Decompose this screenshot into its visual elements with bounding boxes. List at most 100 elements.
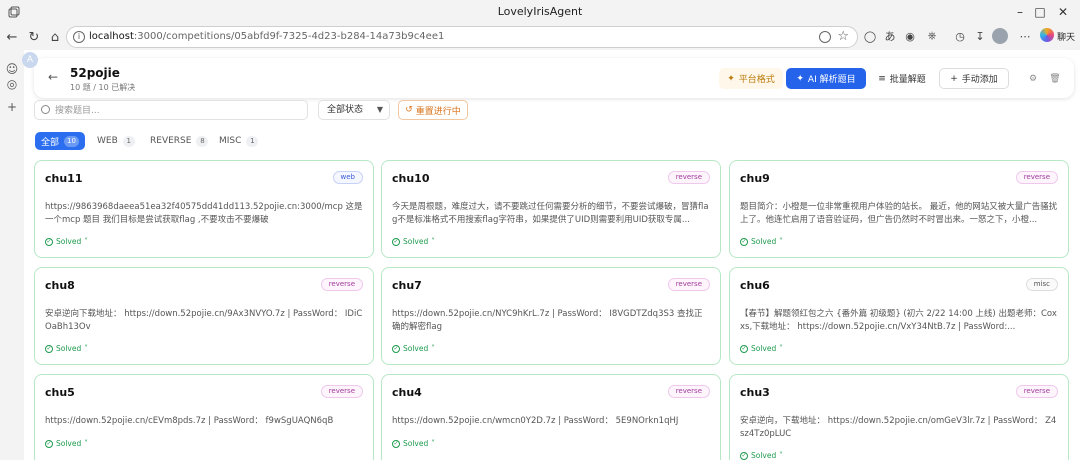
challenge-card[interactable]: chu10 reverse 今天是周根题，难度过大，请不要跳过任何需要分析的细节… bbox=[381, 160, 721, 258]
challenge-card[interactable]: chu3 reverse 安卓逆向，下载地址： https://down.52p… bbox=[729, 374, 1069, 460]
extension-circle-icon[interactable]: ◯ bbox=[862, 28, 878, 44]
address-bar[interactable]: i localhost:3000/competitions/05abfd9f-7… bbox=[66, 26, 858, 48]
delete-trash-icon[interactable]: 🗑 bbox=[1046, 68, 1064, 89]
search-box[interactable] bbox=[34, 100, 308, 120]
challenge-description: https://down.52pojie.cn/wmcn0Y2D.7z | Pa… bbox=[392, 416, 679, 426]
check-circle-icon: ✓ bbox=[392, 439, 400, 448]
downloads-icon[interactable]: ↧ bbox=[972, 28, 988, 44]
favorite-star-icon[interactable]: ☆ bbox=[837, 29, 849, 44]
category-tag: misc bbox=[1025, 278, 1058, 291]
search-input[interactable] bbox=[55, 103, 295, 118]
profile-avatar[interactable] bbox=[992, 28, 1008, 44]
challenge-name: chu7 bbox=[392, 279, 422, 292]
solved-label: Solved bbox=[56, 344, 82, 353]
competition-header: ← 52pojie 10 题 / 10 已解决 ✦ 平台格式 ✦ AI 解析题目… bbox=[34, 58, 1074, 98]
sidebar-add-icon[interactable]: + bbox=[5, 100, 19, 114]
chevron-down-icon: ˅ bbox=[431, 344, 435, 353]
back-arrow-icon[interactable]: ← bbox=[48, 70, 58, 84]
challenge-description: 【春节】解题领红包之六 {番外篇 初级题} (初六 2/22 14:00 上线)… bbox=[740, 309, 1057, 332]
challenge-description: https://9863968daeea51ea32f40575dd41dd11… bbox=[45, 202, 363, 225]
puzzle-icon[interactable]: ⎈ bbox=[924, 28, 940, 44]
window-title: LovelyIrisAgent bbox=[497, 5, 583, 18]
reset-icon: ↺ bbox=[405, 105, 413, 115]
challenge-card[interactable]: chu7 reverse https://down.52pojie.cn/NYC… bbox=[381, 267, 721, 365]
solved-label: Solved bbox=[751, 237, 777, 246]
category-tag: reverse bbox=[320, 385, 363, 398]
chevron-down-icon: ˅ bbox=[779, 344, 783, 353]
tab-count: 1 bbox=[122, 135, 135, 147]
challenge-card[interactable]: chu8 reverse 安卓逆向下载地址： https://down.52po… bbox=[34, 267, 374, 365]
solved-status[interactable]: ✓ Solved ˅ bbox=[392, 439, 435, 448]
solved-status[interactable]: ✓ Solved ˅ bbox=[740, 237, 783, 246]
window-titlebar: LovelyIrisAgent – □ ✕ bbox=[0, 0, 1080, 24]
challenge-description: 安卓逆向，下载地址： https://down.52pojie.cn/omGeV… bbox=[740, 416, 1057, 439]
manual-add-button[interactable]: + 手动添加 bbox=[939, 68, 1009, 89]
category-tag: reverse bbox=[1015, 385, 1058, 398]
tab-reverse[interactable]: REVERSE 8 bbox=[144, 132, 214, 150]
sidebar-globe-icon[interactable]: ◎ bbox=[5, 77, 19, 91]
page-title: 52pojie bbox=[70, 66, 120, 80]
settings-gear-icon[interactable]: ⚙ bbox=[1024, 68, 1042, 89]
url-text[interactable]: localhost:3000/competitions/05abfd9f-732… bbox=[89, 31, 444, 42]
sparkle-icon: ✦ bbox=[727, 73, 735, 84]
challenge-name: chu5 bbox=[45, 386, 75, 399]
challenge-card[interactable]: chu9 reverse 题目简介：小橙是一位非常重视用户体验的站长。 最近，他… bbox=[729, 160, 1069, 258]
more-icon[interactable]: ⋯ bbox=[1017, 28, 1033, 44]
solved-status[interactable]: ✓ Solved ˅ bbox=[45, 439, 88, 448]
chevron-down-icon: ˅ bbox=[431, 237, 435, 246]
challenge-card[interactable]: chu5 reverse https://down.52pojie.cn/cEV… bbox=[34, 374, 374, 460]
check-circle-icon: ✓ bbox=[392, 237, 400, 246]
check-circle-icon: ✓ bbox=[45, 237, 53, 246]
platform-format-button[interactable]: ✦ 平台格式 bbox=[719, 68, 783, 89]
close-icon[interactable]: ✕ bbox=[1043, 2, 1080, 22]
solved-status[interactable]: ✓ Solved ˅ bbox=[392, 344, 435, 353]
batch-solve-label: 批量解题 bbox=[889, 75, 926, 85]
check-circle-icon: ✓ bbox=[45, 439, 53, 448]
site-info-icon[interactable]: i bbox=[73, 31, 85, 43]
challenge-card[interactable]: chu11 web https://9863968daeea51ea32f405… bbox=[34, 160, 374, 258]
challenge-name: chu4 bbox=[392, 386, 422, 399]
challenge-description: 今天是周根题，难度过大，请不要跳过任何需要分析的细节，不要尝试爆破，冒猜flag… bbox=[392, 202, 709, 225]
check-circle-icon: ✓ bbox=[45, 344, 53, 353]
home-icon[interactable]: ⌂ bbox=[45, 27, 65, 47]
tab-label: WEB bbox=[97, 136, 118, 146]
reset-running-button[interactable]: ↺ 重置进行中 bbox=[398, 100, 468, 120]
check-circle-icon: ✓ bbox=[740, 237, 748, 246]
category-tag: reverse bbox=[667, 385, 710, 398]
check-circle-icon: ✓ bbox=[740, 451, 748, 460]
tab-all[interactable]: 全部 10 bbox=[35, 132, 85, 150]
chevron-down-icon: ˅ bbox=[84, 237, 88, 246]
challenge-card[interactable]: chu4 reverse https://down.52pojie.cn/wmc… bbox=[381, 374, 721, 460]
tab-label: MISC bbox=[219, 136, 242, 146]
url-path: :3000/competitions/05abfd9f-7325-4d23-b2… bbox=[133, 31, 445, 42]
solved-status[interactable]: ✓ Solved ˅ bbox=[740, 344, 783, 353]
challenge-card[interactable]: chu6 misc 【春节】解题领红包之六 {番外篇 初级题} (初六 2/22… bbox=[729, 267, 1069, 365]
ai-parse-label: AI 解析题目 bbox=[807, 75, 856, 85]
solved-status[interactable]: ✓ Solved ˅ bbox=[740, 451, 783, 460]
translate-icon[interactable]: あ bbox=[882, 28, 898, 44]
floating-avatar[interactable]: A bbox=[22, 52, 38, 68]
tab-misc[interactable]: MISC 1 bbox=[213, 132, 264, 150]
extension-purple-icon[interactable]: ◉ bbox=[902, 28, 918, 44]
solved-label: Solved bbox=[751, 451, 777, 460]
batch-solve-button[interactable]: ≡ 批量解题 bbox=[872, 68, 932, 89]
solved-status[interactable]: ✓ Solved ˅ bbox=[45, 344, 88, 353]
tab-count: 8 bbox=[196, 135, 209, 147]
zoom-icon[interactable] bbox=[819, 31, 831, 43]
solved-status[interactable]: ✓ Solved ˅ bbox=[45, 237, 88, 246]
chevron-down-icon: ˅ bbox=[431, 439, 435, 448]
copilot-label[interactable]: 聊天 bbox=[1057, 30, 1075, 43]
solved-status[interactable]: ✓ Solved ˅ bbox=[392, 237, 435, 246]
refresh-icon[interactable]: ↻ bbox=[24, 27, 44, 47]
status-select[interactable]: 全部状态 ▼ bbox=[318, 100, 390, 120]
tab-web[interactable]: WEB 1 bbox=[91, 132, 141, 150]
history-icon[interactable]: ◷ bbox=[952, 28, 968, 44]
chevron-down-icon: ˅ bbox=[779, 451, 783, 460]
manual-add-label: 手动添加 bbox=[961, 75, 998, 85]
solved-label: Solved bbox=[56, 237, 82, 246]
back-icon[interactable]: ← bbox=[2, 27, 22, 47]
sidebar-user-icon[interactable]: ☺ bbox=[5, 62, 19, 76]
copilot-icon[interactable] bbox=[1040, 28, 1054, 42]
platform-format-label: 平台格式 bbox=[738, 75, 775, 85]
ai-parse-button[interactable]: ✦ AI 解析题目 bbox=[786, 68, 866, 89]
